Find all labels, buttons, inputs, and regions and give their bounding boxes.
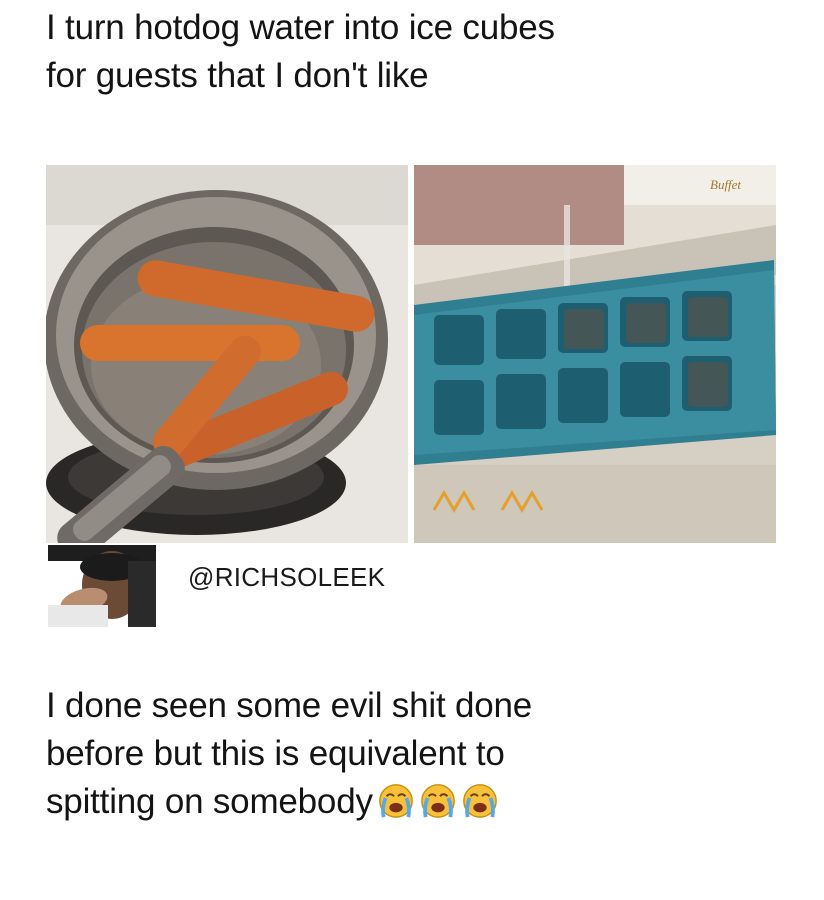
hotdog-pot-photo xyxy=(46,165,408,543)
loudly-crying-face-icon xyxy=(419,781,457,819)
caption-line: I turn hotdog water into ice cubes xyxy=(46,8,555,47)
reply-line: before but this is equivalent to xyxy=(46,734,505,773)
reply-line: I done seen some evil shit done xyxy=(46,686,533,725)
buffet-label: Buffet xyxy=(710,177,741,192)
caption-line: for guests that I don't like xyxy=(46,56,429,95)
reply-line: spitting on somebody xyxy=(46,782,373,821)
loudly-crying-face-icon xyxy=(461,781,499,819)
avatar[interactable] xyxy=(48,545,156,627)
post-caption: I turn hotdog water into ice cubes for g… xyxy=(46,4,806,100)
loudly-crying-face-icon xyxy=(377,781,415,819)
reply-line-last: spitting on somebody xyxy=(46,778,806,826)
ice-tray-photo: Buffet xyxy=(414,165,776,543)
reply-text: I done seen some evil shit done before b… xyxy=(46,682,806,826)
reply-username[interactable]: @RICHSOLEEK xyxy=(188,562,385,593)
